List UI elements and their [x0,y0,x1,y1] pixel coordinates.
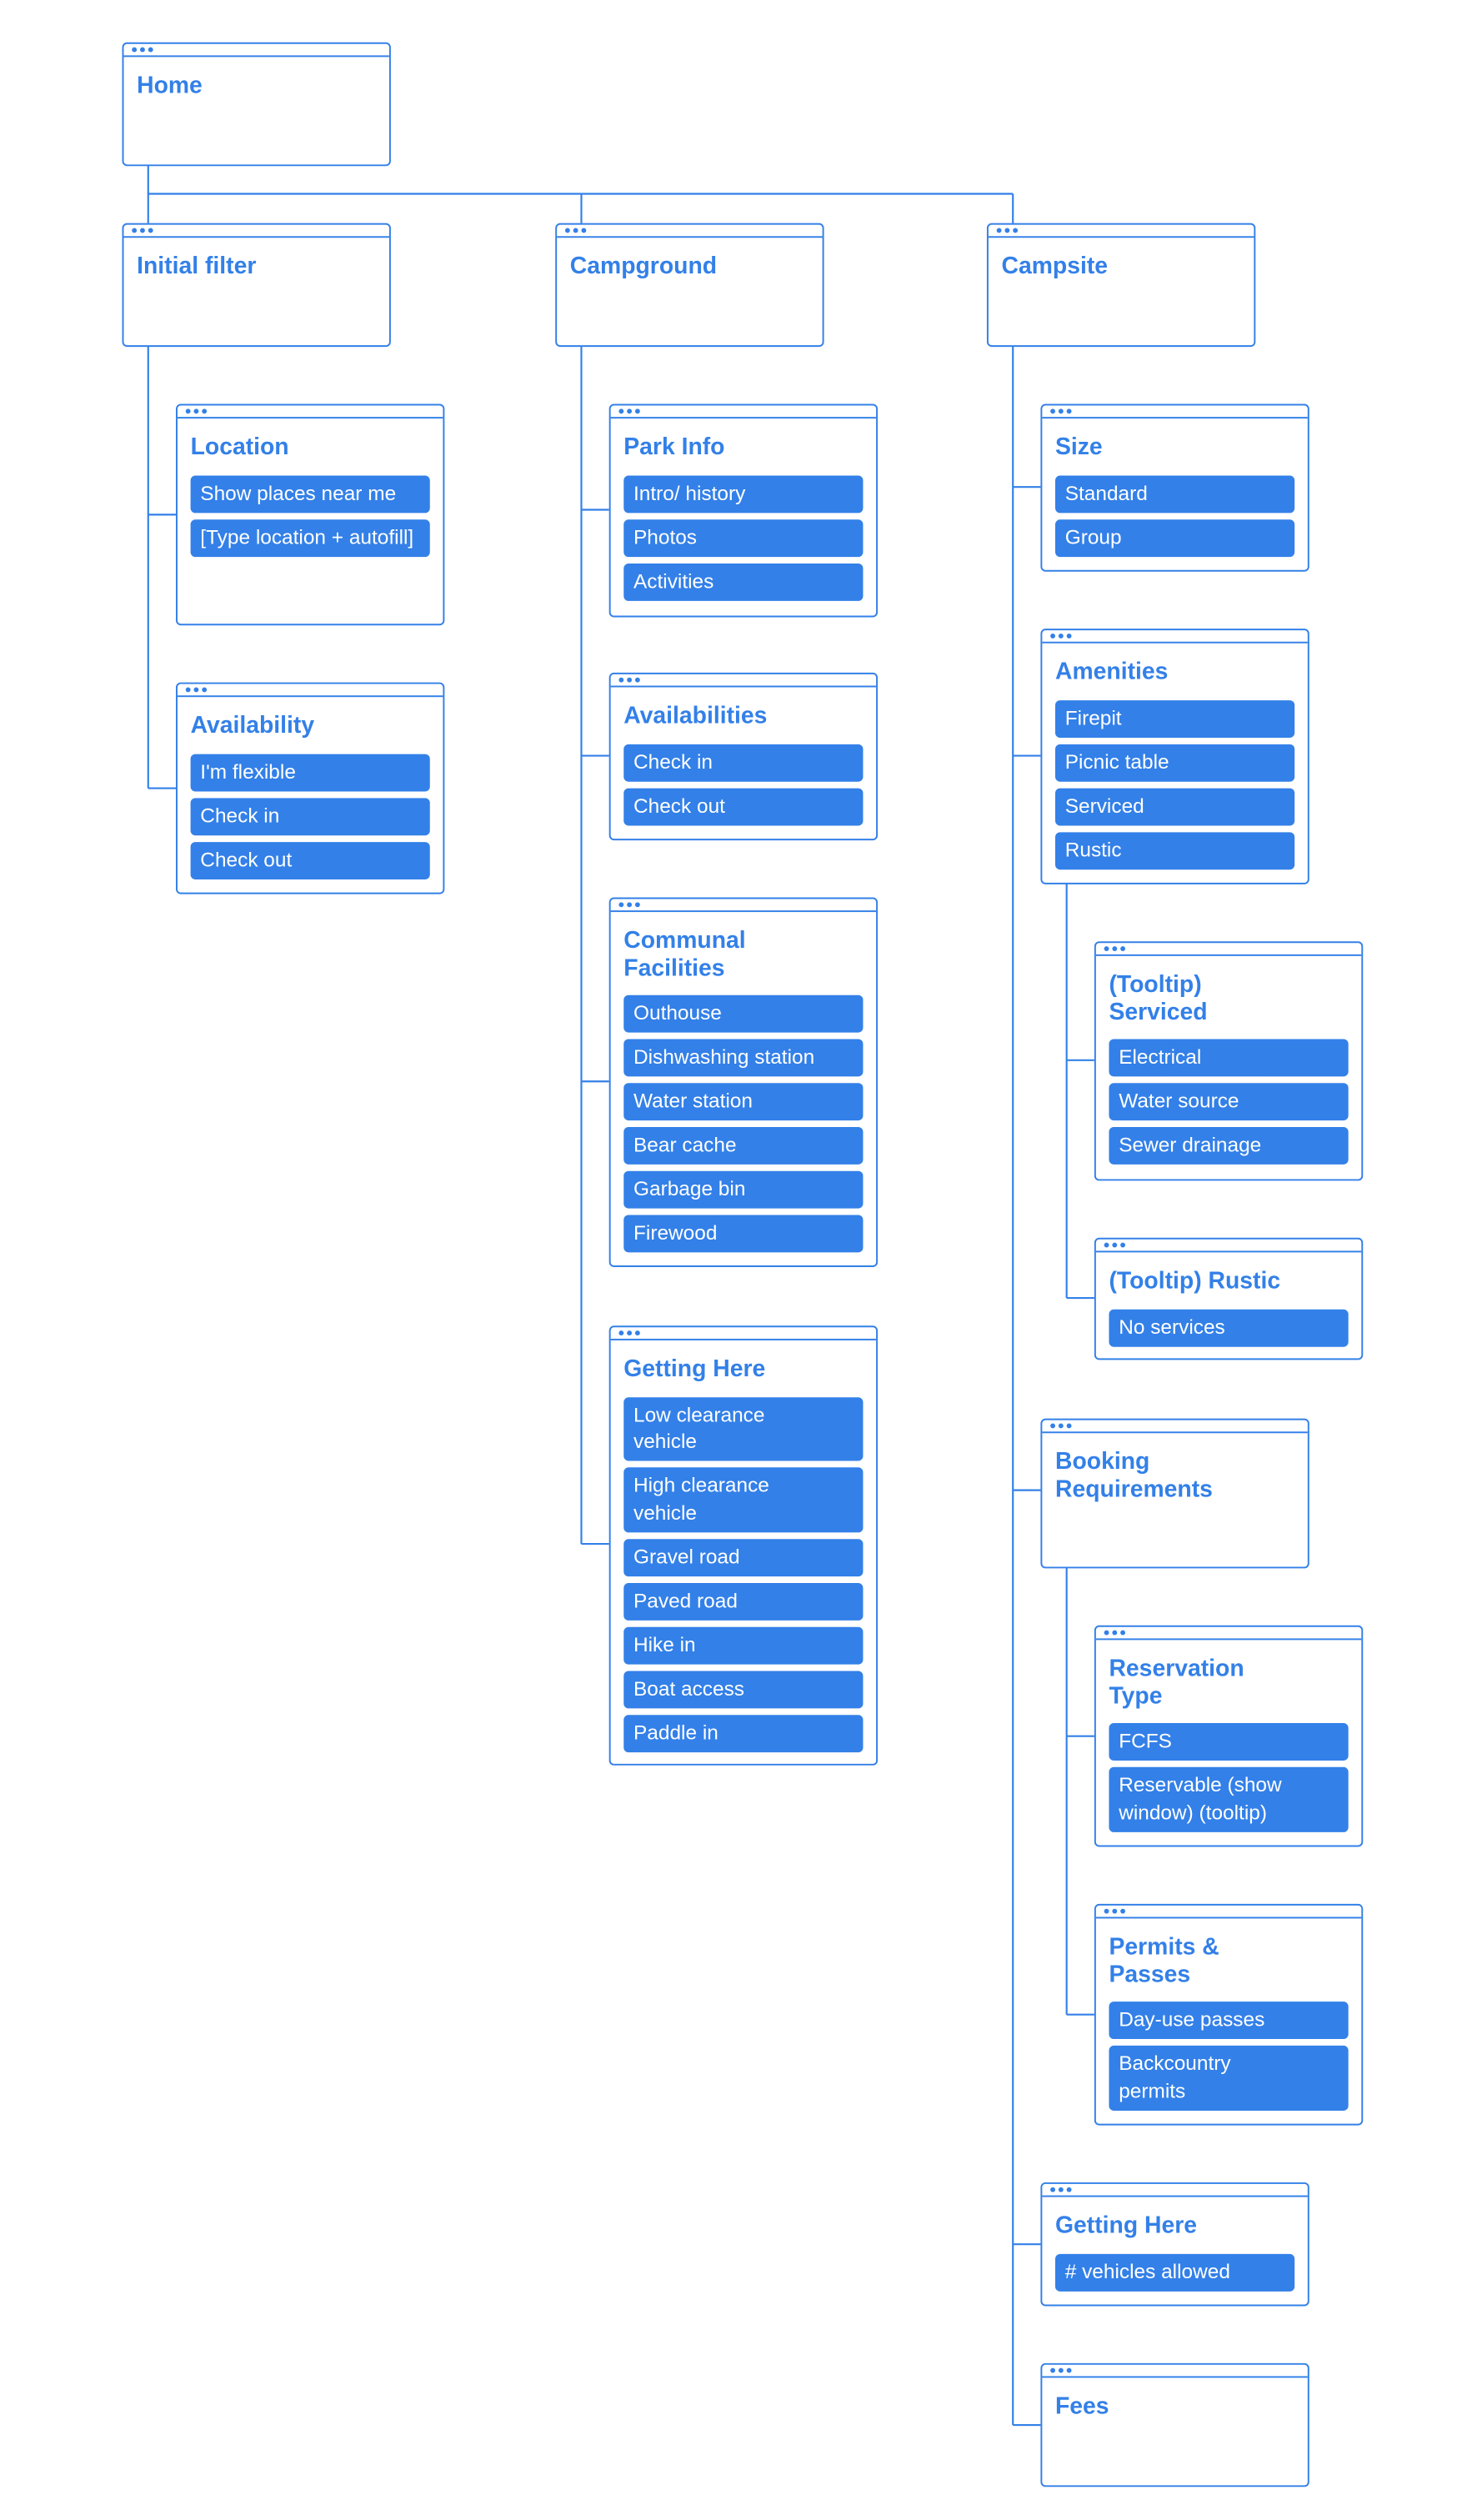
availability-node[interactable]: Availability I'm flexible Check in Check o… [175,682,445,894]
availabilities-node[interactable]: Availabilities Check in Check out [608,672,879,841]
window-dots-icon [610,674,877,688]
node-title: (Tooltip) Rustic [1109,1268,1281,1295]
window-dots-icon [1042,2365,1308,2378]
node-title: (Tooltip) Serviced [1109,972,1208,1025]
node-title: Home [137,73,203,100]
option-item[interactable]: Picnic table [1054,743,1295,781]
window-dots-icon [610,899,877,913]
option-item[interactable]: Electrical [1109,1039,1349,1077]
node-title: Availability [190,713,315,739]
option-item[interactable]: Dishwashing station [623,1039,864,1077]
option-item[interactable]: Show places near me [190,474,430,513]
option-item[interactable]: Boat access [623,1670,864,1708]
window-dots-icon [1042,2184,1308,2197]
option-item[interactable]: Outhouse [623,994,864,1033]
node-title: Permits & Passes [1109,1934,1219,1988]
window-dots-icon [1095,1906,1362,1919]
fees-node[interactable]: Fees [1040,2362,1309,2487]
option-item[interactable]: I'm flexible [190,753,430,791]
window-dots-icon [557,225,823,238]
campground-node[interactable]: Campground [555,223,824,348]
option-item[interactable]: Group [1054,519,1295,557]
booking-requirements-node[interactable]: Booking Requirements [1040,1418,1309,1569]
campground-getting-here-node[interactable]: Getting Here Low clearance vehicle High c… [608,1325,879,1766]
option-item[interactable]: [Type location + autofill] [190,519,430,557]
window-dots-icon [1042,630,1308,644]
node-title: Getting Here [1054,2213,1197,2240]
tooltip-serviced-node[interactable]: (Tooltip) Serviced Electrical Water sourc… [1094,941,1364,1181]
option-item[interactable]: Backcountry permits [1109,2045,1349,2111]
node-title: Initial filter [137,253,257,281]
option-item[interactable]: # vehicles allowed [1054,2252,1295,2291]
node-title: Reservation Type [1109,1656,1244,1710]
window-dots-icon [123,44,389,58]
option-item[interactable]: Check out [623,787,864,825]
node-title: Fees [1054,2393,1109,2421]
size-node[interactable]: Size Standard Group [1040,403,1309,572]
option-item[interactable]: Photos [623,519,864,557]
window-dots-icon [610,1327,877,1340]
node-title: Communal Facilities [623,928,746,982]
node-title: Park Info [623,434,725,461]
option-item[interactable]: Standard [1054,474,1295,513]
option-item[interactable]: Low clearance vehicle [623,1396,864,1461]
campsite-getting-here-node[interactable]: Getting Here # vehicles allowed [1040,2182,1309,2307]
option-item[interactable]: Rustic [1054,831,1295,869]
window-dots-icon [123,225,389,238]
option-item[interactable]: Water source [1109,1083,1349,1121]
node-title: Booking Requirements [1054,1449,1213,1503]
park-info-node[interactable]: Park Info Intro/ history Photos Activities [608,403,879,618]
node-title: Getting Here [623,1356,766,1383]
window-dots-icon [177,405,443,419]
window-dots-icon [177,684,443,698]
node-title: Campsite [1001,253,1109,281]
option-item[interactable]: Check in [623,743,864,781]
window-dots-icon [988,225,1254,238]
amenities-node[interactable]: Amenities Firepit Picnic table Serviced Rus… [1040,629,1309,884]
window-dots-icon [1042,1420,1308,1434]
initial-filter-node[interactable]: Initial filter [122,223,391,348]
campsite-node[interactable]: Campsite [986,223,1256,348]
option-item[interactable]: Firepit [1054,699,1295,738]
window-dots-icon [1042,405,1308,419]
option-item[interactable]: Serviced [1054,787,1295,825]
window-dots-icon [1095,943,1362,956]
window-dots-icon [610,405,877,419]
option-item[interactable]: Bear cache [623,1126,864,1165]
option-item[interactable]: Check out [190,841,430,879]
option-item[interactable]: Sewer drainage [1109,1126,1349,1165]
option-item[interactable]: Day-use passes [1109,2001,1349,2040]
node-title: Campground [569,253,718,281]
option-item[interactable]: Reservable (show window) (tooltip) [1109,1766,1349,1831]
node-title: Size [1054,434,1103,461]
reservation-type-node[interactable]: Reservation Type FCFS Reservable (show wi… [1094,1625,1364,1847]
option-item[interactable]: Garbage bin [623,1170,864,1209]
window-dots-icon [1095,1627,1362,1641]
communal-facilities-node[interactable]: Communal Facilities Outhouse Dishwashing … [608,897,879,1267]
permits-passes-node[interactable]: Permits & Passes Day-use passes Backcount… [1094,1903,1364,2126]
window-dots-icon [1095,1240,1362,1253]
node-title: Availabilities [623,703,768,730]
option-item[interactable]: FCFS [1109,1723,1349,1761]
option-item[interactable]: Hike in [623,1626,864,1664]
sitemap-diagram: Home Initial filter Campground Campsite … [0,0,1477,2519]
option-item[interactable]: High clearance vehicle [623,1467,864,1532]
option-item[interactable]: Gravel road [623,1538,864,1576]
node-title: Location [190,434,289,461]
option-item[interactable]: Activities [623,563,864,600]
option-item[interactable]: Intro/ history [623,474,864,513]
location-node[interactable]: Location Show places near me [Type locati… [175,403,445,626]
option-item[interactable]: Check in [190,797,430,835]
home-node[interactable]: Home [122,42,391,167]
option-item[interactable]: Paddle in [623,1714,864,1752]
tooltip-rustic-node[interactable]: (Tooltip) Rustic No services [1094,1237,1364,1360]
node-title: Amenities [1054,659,1169,686]
option-item[interactable]: Water station [623,1083,864,1121]
option-item[interactable]: Paved road [623,1582,864,1620]
option-item[interactable]: No services [1109,1308,1349,1346]
option-item[interactable]: Firewood [623,1215,864,1253]
